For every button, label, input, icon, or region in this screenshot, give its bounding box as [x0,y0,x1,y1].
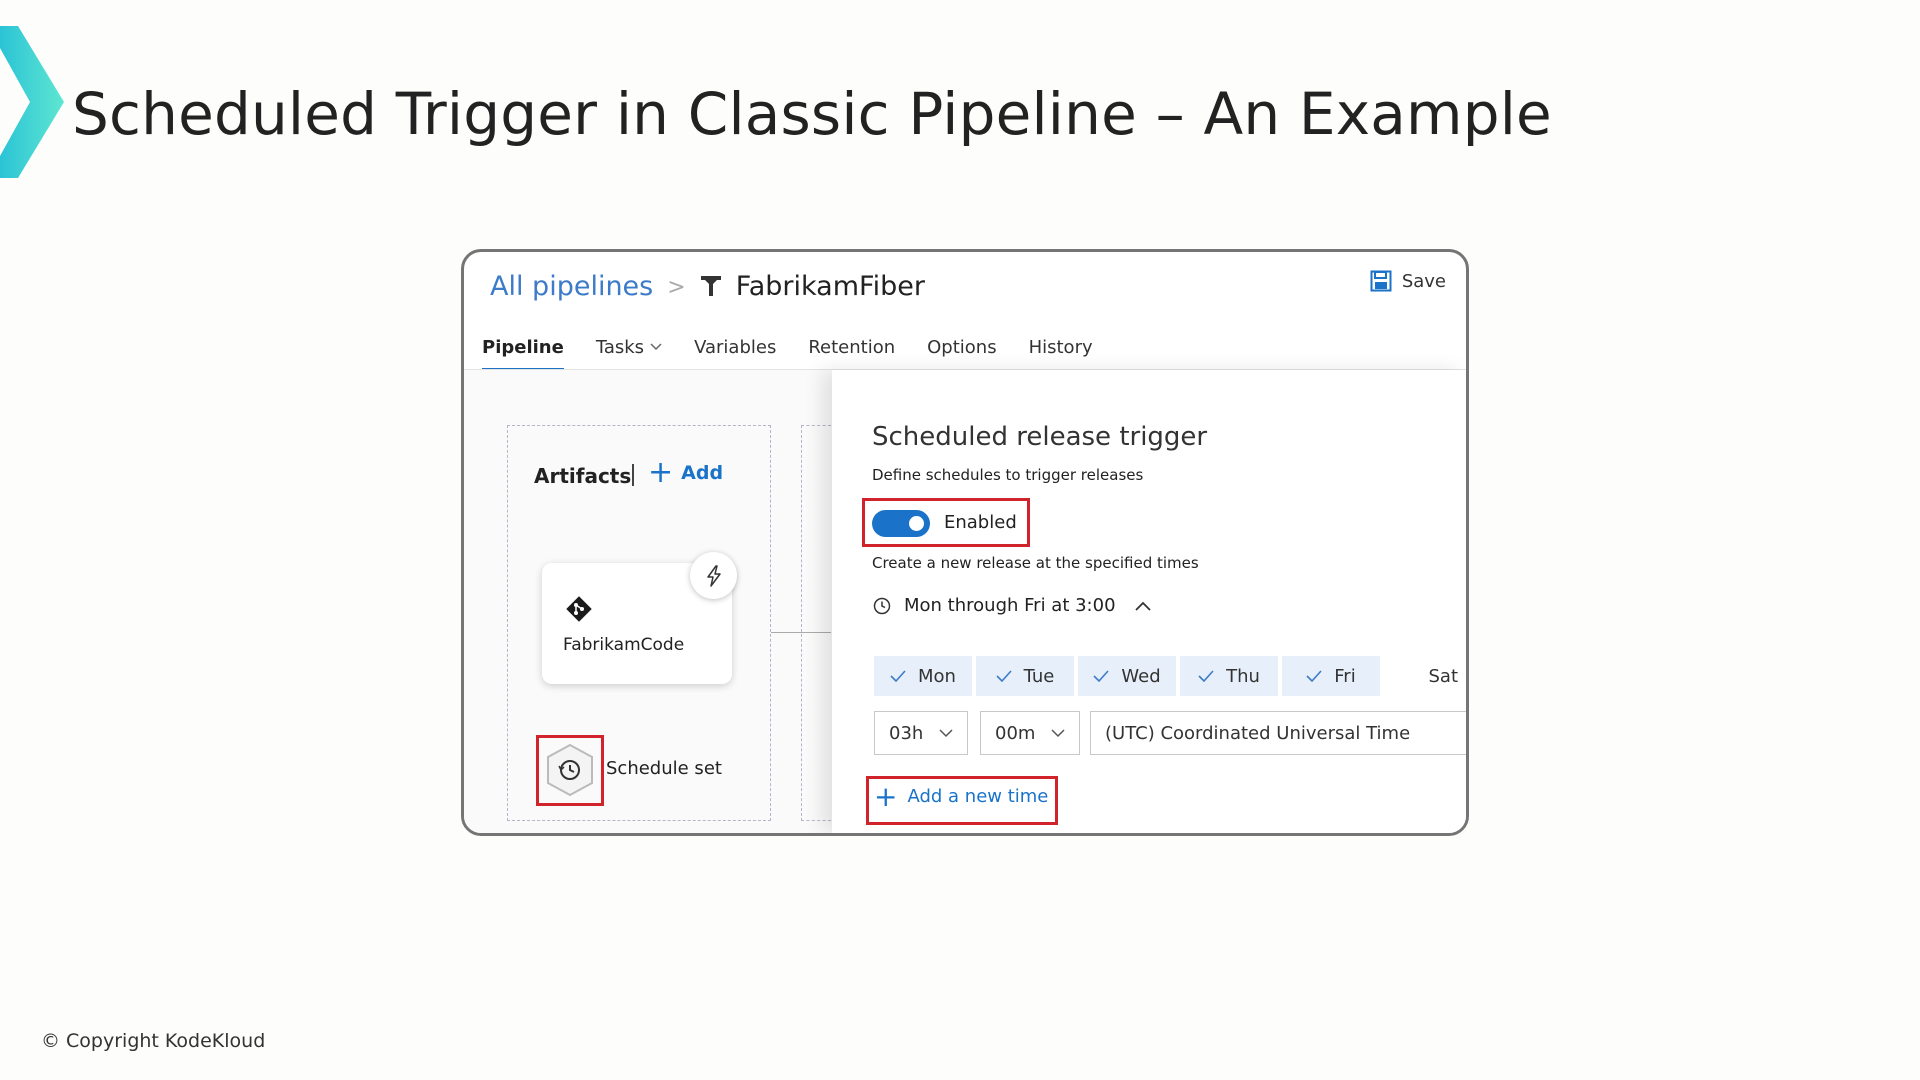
breadcrumb: All pipelines > FabrikamFiber [490,266,925,306]
tab-history[interactable]: History [1029,327,1093,367]
breadcrumb-all-pipelines[interactable]: All pipelines [490,271,653,302]
timezone-value: (UTC) Coordinated Universal Time [1105,722,1411,744]
plus-icon: + [648,455,674,490]
check-icon [1093,670,1109,682]
tab-retention[interactable]: Retention [808,327,895,367]
toggle-knob [909,516,924,531]
schedule-summary[interactable]: Mon through Fri at 3:00 [872,595,1152,616]
tab-label: Retention [808,336,896,358]
chevron-down-icon [939,728,953,737]
day-selector: Mon Tue Wed Thu Fri Sat [874,656,1464,696]
day-label: Mon [918,665,956,687]
lightning-icon [706,564,721,587]
release-pipeline-icon [700,276,721,296]
tab-pipeline[interactable]: Pipeline [482,327,564,371]
check-icon [890,670,906,682]
schedule-summary-text: Mon through Fri at 3:00 [904,595,1116,616]
pipeline-name: FabrikamFiber [735,270,925,302]
save-label: Save [1401,270,1446,292]
tab-variables[interactable]: Variables [694,327,776,367]
minute-value: 00m [995,722,1036,744]
chevron-down-icon [650,343,662,351]
check-icon [1198,670,1214,682]
day-label: Wed [1121,665,1161,687]
day-fri[interactable]: Fri [1282,656,1380,696]
enabled-toggle[interactable] [872,510,930,537]
slide-title: Scheduled Trigger in Classic Pipeline – … [72,80,1552,148]
day-sat[interactable]: Sat [1384,656,1464,696]
panel-description: Create a new release at the specified ti… [872,554,1199,572]
chevron-accent-icon [0,26,64,178]
add-time-label: Add a new time [907,786,1049,807]
day-label: Fri [1334,665,1356,687]
chevron-down-icon [1051,728,1065,737]
stage-connector [771,632,831,633]
check-icon [1306,670,1322,682]
timezone-dropdown[interactable]: (UTC) Coordinated Universal Time [1090,711,1466,755]
add-artifact-label: Add [681,462,724,484]
pipeline-tabs: Pipeline Tasks Variables Retention Optio… [482,327,1093,371]
copyright-text: © Copyright KodeKloud [41,1030,266,1052]
add-new-time-button[interactable]: + Add a new time [874,779,1049,813]
artifact-name: FabrikamCode [563,635,685,655]
tab-label: Options [927,336,997,358]
save-icon [1370,270,1392,292]
day-label: Tue [1023,665,1055,687]
tab-options[interactable]: Options [927,327,996,367]
minute-dropdown[interactable]: 00m [980,711,1080,755]
panel-title: Scheduled release trigger [872,422,1208,452]
day-label: Thu [1226,665,1260,687]
tab-tasks[interactable]: Tasks [596,327,662,367]
git-icon [566,596,592,622]
scheduled-trigger-panel: Scheduled release trigger Define schedul… [832,370,1466,833]
toggle-label: Enabled [944,512,1017,533]
tab-label: Tasks [595,336,645,358]
add-artifact-button[interactable]: + Add [648,455,724,490]
breadcrumb-separator: > [667,274,686,300]
stage-card-edge [801,425,831,821]
chevron-up-icon [1134,601,1151,611]
hour-value: 03h [889,722,924,744]
clock-icon [873,597,891,614]
panel-subtitle: Define schedules to trigger releases [872,466,1144,484]
tab-label: Variables [694,336,777,358]
pipeline-screenshot: All pipelines > FabrikamFiber Save Pipel… [461,249,1469,836]
artifacts-title: Artifacts [534,464,632,488]
hour-dropdown[interactable]: 03h [874,711,968,755]
day-thu[interactable]: Thu [1180,656,1278,696]
tab-label: History [1028,336,1093,358]
continuous-deployment-trigger-button[interactable] [690,552,737,599]
schedule-set-label: Schedule set [606,758,722,779]
check-icon [996,670,1012,682]
schedule-trigger-icon[interactable] [544,742,596,798]
day-mon[interactable]: Mon [874,656,972,696]
day-label: Sat [1428,665,1458,687]
plus-icon: + [874,779,898,813]
artifacts-divider [632,464,634,486]
save-button[interactable]: Save [1370,270,1446,292]
day-tue[interactable]: Tue [976,656,1074,696]
tab-label: Pipeline [482,336,564,358]
day-wed[interactable]: Wed [1078,656,1176,696]
